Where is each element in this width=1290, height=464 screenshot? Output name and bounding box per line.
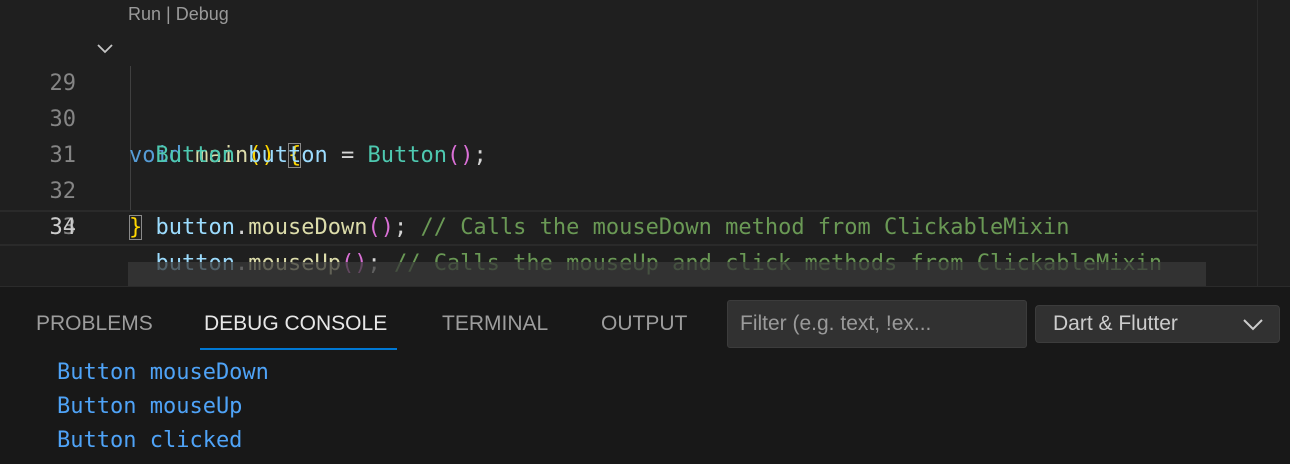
filter-input[interactable] <box>727 300 1027 348</box>
token-close-brace: } <box>129 215 143 240</box>
code-editor[interactable]: Run | Debug 29 void main() { 30 Button b… <box>0 0 1290 286</box>
code-text: } <box>129 210 143 246</box>
code-line-31[interactable]: 31 <box>0 102 1258 168</box>
debug-session-select[interactable]: Dart & Flutter <box>1035 305 1280 343</box>
console-output-line: Button mouseUp <box>57 394 243 419</box>
chevron-down-icon <box>1243 319 1263 331</box>
tab-output[interactable]: OUTPUT <box>601 309 687 339</box>
line-number: 34 <box>49 215 77 240</box>
console-output-line: Button mouseDown <box>57 360 269 385</box>
bottom-panel: PROBLEMS DEBUG CONSOLE TERMINAL OUTPUT D… <box>0 286 1290 464</box>
tab-debug-console[interactable]: DEBUG CONSOLE <box>204 309 387 339</box>
chevron-down-icon[interactable] <box>95 38 115 58</box>
tab-problems[interactable]: PROBLEMS <box>36 309 153 339</box>
horizontal-scrollbar[interactable] <box>128 262 1206 286</box>
debug-session-selected: Dart & Flutter <box>1053 312 1178 335</box>
active-tab-indicator <box>200 348 397 350</box>
codelens-run-link[interactable]: Run <box>128 4 161 24</box>
vertical-scrollbar-track[interactable] <box>1257 0 1258 286</box>
codelens-separator: | <box>161 4 176 24</box>
code-line-32[interactable]: 32 button.mouseDown(); // Calls the mous… <box>0 138 1258 240</box>
codelens: Run | Debug <box>128 2 229 26</box>
code-line-30[interactable]: 30 Button button = Button(); <box>0 66 1258 168</box>
tab-terminal[interactable]: TERMINAL <box>442 309 548 339</box>
console-output-line: Button clicked <box>57 428 243 453</box>
code-line-29[interactable]: 29 void main() { <box>0 30 1258 168</box>
code-line-33[interactable]: 33 button.mouseUp(); // Calls the mouseU… <box>0 174 1258 276</box>
code-line-34[interactable]: 34 } <box>0 210 1258 246</box>
codelens-debug-link[interactable]: Debug <box>176 4 229 24</box>
